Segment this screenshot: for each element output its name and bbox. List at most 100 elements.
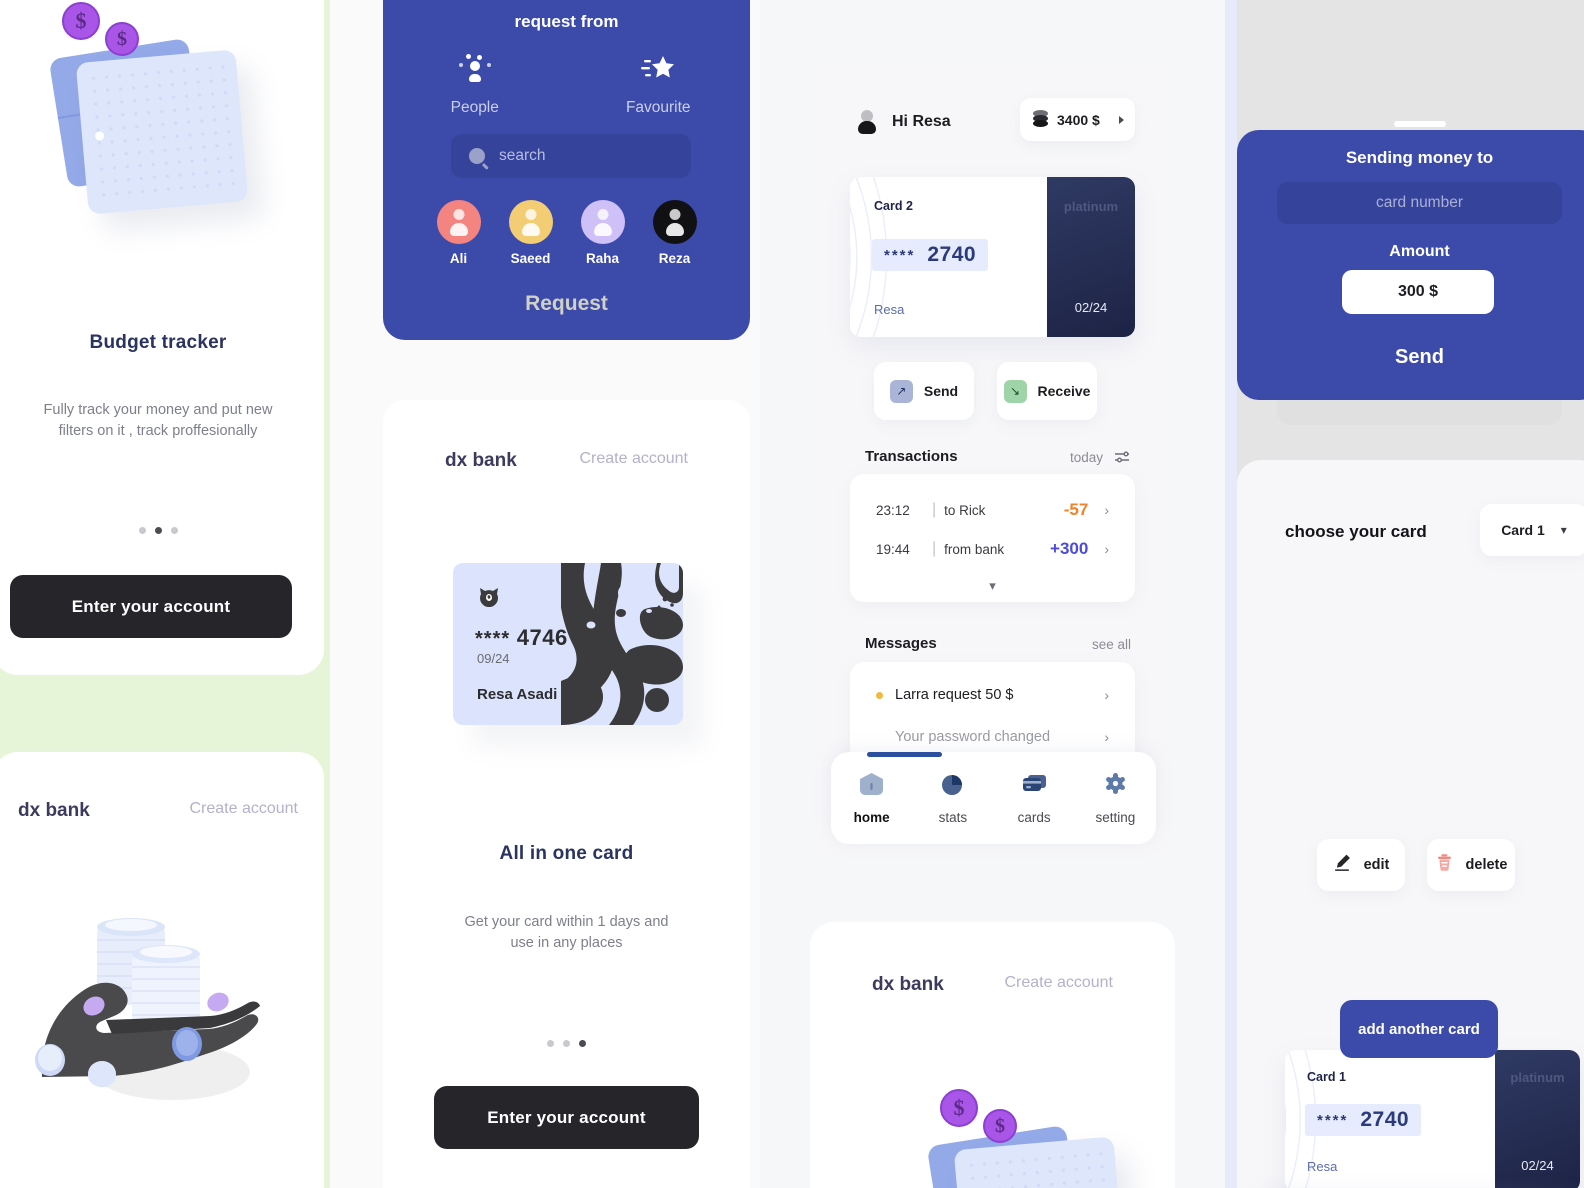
- filter-icon[interactable]: [1113, 448, 1131, 471]
- gear-icon: [1105, 773, 1125, 794]
- tx-value: +300: [1050, 539, 1089, 558]
- coin-stack-icon: [1033, 110, 1048, 129]
- home-icon: [860, 773, 884, 795]
- list-item[interactable]: Reza: [652, 200, 697, 266]
- tx-desc: to Rick: [944, 502, 986, 518]
- unread-dot: [876, 734, 883, 741]
- page-subtitle: Fully track your money and put new filte…: [43, 402, 273, 439]
- tab-favourite[interactable]: Favourite: [567, 54, 751, 117]
- card-tier: platinum: [1510, 1070, 1565, 1085]
- panel-header: dx bank Create account: [0, 800, 324, 822]
- tab-people-label: People: [450, 99, 499, 116]
- delete-card-button[interactable]: delete: [1427, 839, 1515, 891]
- edit-card-button[interactable]: edit: [1317, 839, 1405, 891]
- carousel-dots[interactable]: [0, 527, 324, 534]
- card-number-placeholder: card number: [1375, 194, 1463, 211]
- table-row[interactable]: 19:44 | from bank +300 ›: [850, 539, 1135, 559]
- create-account-link[interactable]: Create account: [579, 450, 688, 472]
- wallet-illustration: $ $: [32, 0, 262, 215]
- dx-bank-wallet-panel: dx bank Create account $ $: [810, 922, 1175, 1188]
- chevron-right-icon: ›: [1104, 502, 1109, 518]
- abstract-pattern: [561, 563, 683, 725]
- card-owner: Resa: [1307, 1159, 1338, 1174]
- receive-arrow-icon: ↘: [1003, 379, 1027, 403]
- nav-label: stats: [938, 810, 968, 825]
- nav-item-cards[interactable]: cards: [994, 771, 1075, 825]
- search-icon: [469, 148, 485, 164]
- chevron-right-icon: [1119, 115, 1124, 124]
- dx-bank-hand-panel: dx bank Create account: [0, 752, 324, 1188]
- person-name: Raha: [585, 251, 619, 266]
- list-item[interactable]: Raha: [580, 200, 625, 266]
- tx-value: -57: [1063, 500, 1089, 519]
- receive-label: Receive: [1037, 383, 1091, 399]
- search-input[interactable]: search: [451, 134, 691, 178]
- nav-item-setting[interactable]: setting: [1075, 771, 1156, 825]
- card-actions: edit delete: [1317, 839, 1515, 891]
- card-select-value: Card 1: [1501, 522, 1545, 538]
- list-item[interactable]: Ali: [436, 200, 481, 266]
- quick-actions: ↗ Send ↘ Receive: [874, 362, 1097, 420]
- amount-input[interactable]: 300 $: [1342, 270, 1494, 314]
- all-in-one-card-panel: dx bank Create account **** 4746 09/24 R…: [383, 400, 750, 1188]
- star-icon: [637, 54, 679, 84]
- request-from-panel: request from People Favourite search Ali…: [383, 0, 750, 340]
- avatar: [508, 200, 553, 244]
- request-button[interactable]: Request: [383, 292, 750, 316]
- people-icon: [457, 54, 493, 84]
- nav-item-stats[interactable]: stats: [912, 771, 993, 825]
- bank-card-selected[interactable]: platinum 02/24 Card 1 **** 2740 Resa: [1285, 1050, 1580, 1188]
- card-owner: Resa Asadi: [477, 686, 558, 703]
- table-row[interactable]: 23:12 | to Rick -57 ›: [850, 500, 1135, 520]
- wallet-illustration: $ $: [910, 1087, 1140, 1188]
- card-number: **** 2740: [1305, 1104, 1422, 1136]
- tx-time: 19:44: [876, 541, 910, 557]
- greeting: Hi Resa: [858, 110, 951, 134]
- list-item[interactable]: Saeed: [508, 200, 553, 266]
- sheet-grabber[interactable]: [1393, 121, 1446, 127]
- create-account-link[interactable]: Create account: [1004, 974, 1113, 996]
- list-item[interactable]: Larra request 50 $ ›: [850, 687, 1135, 703]
- nav-label: cards: [1017, 810, 1051, 825]
- send-arrow-icon: ↗: [889, 379, 913, 403]
- amount-value: 300 $: [1397, 283, 1439, 300]
- coin-icon: $: [62, 2, 100, 40]
- card-number-input[interactable]: card number: [1277, 182, 1562, 224]
- panel-header: dx bank Create account: [810, 974, 1175, 996]
- pie-chart-icon: [942, 775, 963, 795]
- bottom-navigation: home stats cards setting: [831, 752, 1156, 844]
- coin-icon: $: [940, 1089, 978, 1127]
- page-title: Budget tracker: [89, 332, 227, 353]
- list-item[interactable]: Your password changed ›: [850, 729, 1135, 745]
- tab-people[interactable]: People: [383, 54, 567, 117]
- bank-card-preview: **** 4746 09/24 Resa Asadi: [453, 563, 683, 725]
- nav-item-home[interactable]: home: [831, 771, 912, 825]
- person-name: Reza: [658, 251, 691, 266]
- carousel-dots[interactable]: [383, 1040, 750, 1047]
- brand-logo: dx bank: [445, 450, 517, 471]
- request-tabs: People Favourite: [383, 54, 750, 117]
- onboarding-budget-panel: $ $ Budget tracker Fully track your mone…: [0, 0, 324, 675]
- send-submit-button[interactable]: Send: [1237, 346, 1584, 369]
- send-button[interactable]: ↗ Send: [874, 362, 974, 420]
- nav-label: home: [853, 810, 890, 825]
- choose-card-heading: choose your card: [1285, 522, 1427, 541]
- receive-button[interactable]: ↘ Receive: [997, 362, 1097, 420]
- dashboard-panel: Hi Resa 3400 $ platinum 02/24 Card 2 ***…: [810, 62, 1175, 857]
- transactions-filter-label[interactable]: today: [1070, 450, 1103, 465]
- card-select-dropdown[interactable]: Card 1 ▾: [1480, 504, 1584, 556]
- bank-card[interactable]: platinum 02/24 Card 2 **** 2740 Resa: [850, 177, 1135, 337]
- balance-chip[interactable]: 3400 $: [1020, 98, 1135, 141]
- enter-account-button[interactable]: Enter your account: [10, 575, 292, 638]
- avatar: [436, 200, 481, 244]
- unread-dot: [876, 691, 883, 699]
- coin-icon: $: [105, 22, 139, 56]
- card-number: **** 4746: [475, 625, 568, 650]
- enter-account-button[interactable]: Enter your account: [434, 1086, 699, 1149]
- messages-see-all[interactable]: see all: [1092, 637, 1131, 652]
- add-another-card-button[interactable]: add another card: [1340, 1000, 1498, 1058]
- transactions-heading: Transactions: [865, 448, 958, 465]
- chevron-down-icon: ▾: [1560, 523, 1567, 537]
- expand-transactions-chevron[interactable]: ▾: [850, 578, 1135, 594]
- create-account-link[interactable]: Create account: [189, 800, 298, 822]
